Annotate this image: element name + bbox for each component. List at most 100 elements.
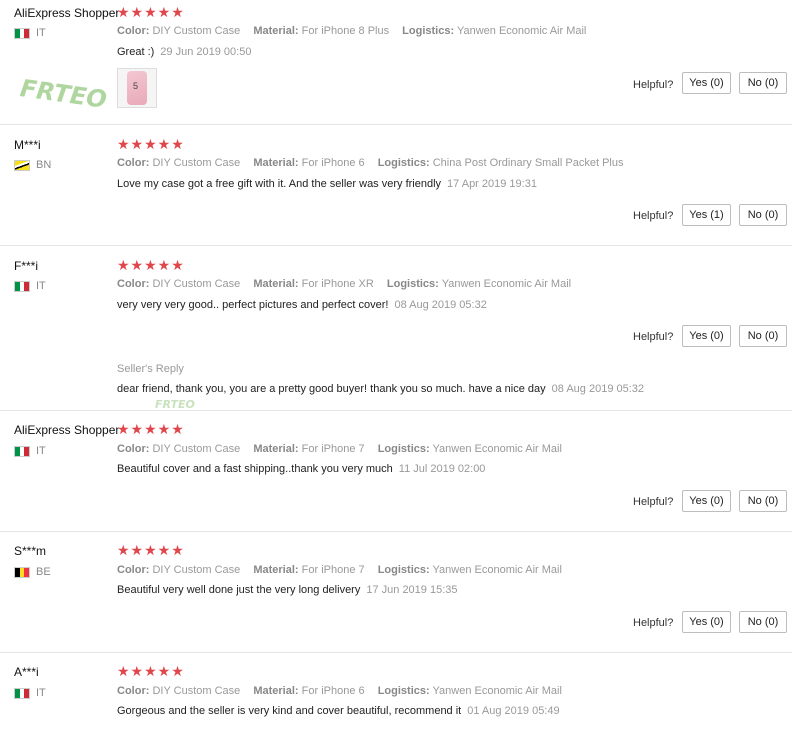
color-label: Color: [117,278,150,290]
material-label: Material: [253,278,299,290]
color-label: Color: [117,685,150,697]
logistics-value: Yanwen Economic Air Mail [432,564,562,576]
star-rating: ★★★★★ [117,421,185,437]
review-date: 17 Apr 2019 19:31 [447,178,537,190]
review-text: Love my case got a free gift with it. An… [117,178,442,190]
star-rating: ★★★★★ [117,4,185,20]
reviewer-country: IT [14,27,46,39]
order-attributes: Color: DIY Custom Case Material: For iPh… [117,564,572,576]
reviewer-name: F***i [14,259,39,273]
star-rating: ★★★★★ [117,542,185,558]
country-code: IT [36,687,46,699]
logistics-value: Yanwen Economic Air Mail [432,685,562,697]
review-item: F***i IT ★★★★★ Color: DIY Custom Case Ma… [0,245,792,411]
logistics-label: Logistics: [377,685,430,697]
phone-case-image [127,71,147,105]
color-label: Color: [117,564,150,576]
material-label: Material: [253,443,299,455]
material-value: For iPhone 6 [301,685,365,697]
reviewer-country: BN [14,159,51,171]
reviewer-name: AliExpress Shopper [14,6,120,20]
material-label: Material: [253,25,299,37]
star-rating: ★★★★★ [117,663,185,679]
color-label: Color: [117,25,150,37]
logistics-value: Yanwen Economic Air Mail [432,443,562,455]
reviewer-name: A***i [14,665,39,679]
review-text-line: very very very good.. perfect pictures a… [117,299,487,311]
review-item: M***i BN ★★★★★ Color: DIY Custom Case Ma… [0,124,792,246]
helpful-yes-button[interactable]: Yes (0) [682,325,731,347]
review-text-line: Great :) 29 Jun 2019 00:50 [117,46,251,58]
country-code: IT [36,280,46,292]
helpful-no-button[interactable]: No (0) [739,611,787,633]
reviewer-country: IT [14,687,46,699]
helpful-yes-button[interactable]: Yes (0) [682,72,731,94]
review-text-line: Beautiful very well done just the very l… [117,584,458,596]
order-attributes: Color: DIY Custom Case Material: For iPh… [117,157,633,169]
brunei-flag-icon [14,159,30,171]
order-attributes: Color: DIY Custom Case Material: For iPh… [117,443,572,455]
color-value: DIY Custom Case [152,443,241,455]
logistics-value: Yanwen Economic Air Mail [441,278,572,290]
helpful-no-button[interactable]: No (0) [739,72,787,94]
helpful-yes-button[interactable]: Yes (1) [682,204,731,226]
review-text-line: Love my case got a free gift with it. An… [117,178,537,190]
italy-flag-icon [14,280,30,292]
order-attributes: Color: DIY Custom Case Material: For iPh… [117,685,572,697]
color-value: DIY Custom Case [152,25,241,37]
country-code: BE [36,566,51,578]
star-rating: ★★★★★ [117,136,185,152]
reviewer-name: M***i [14,138,41,152]
country-code: IT [36,27,46,39]
material-value: For iPhone XR [301,278,374,290]
sellers-reply-label: Seller's Reply [117,363,184,375]
color-value: DIY Custom Case [152,685,241,697]
belgium-flag-icon [14,566,30,578]
logistics-label: Logistics: [377,443,430,455]
reviewer-country: BE [14,566,51,578]
logistics-value: Yanwen Economic Air Mail [456,25,587,37]
helpful-label: Helpful? [633,79,674,91]
helpful-yes-button[interactable]: Yes (0) [682,611,731,633]
helpful-no-button[interactable]: No (0) [739,490,787,512]
color-label: Color: [117,443,150,455]
material-value: For iPhone 6 [301,157,365,169]
review-text: Beautiful cover and a fast shipping..tha… [117,463,393,475]
helpful-no-button[interactable]: No (0) [739,325,787,347]
logistics-label: Logistics: [402,25,455,37]
reviewer-country: IT [14,280,46,292]
logistics-label: Logistics: [377,564,430,576]
color-value: DIY Custom Case [152,278,241,290]
order-attributes: Color: DIY Custom Case Material: For iPh… [117,278,581,290]
material-label: Material: [253,685,299,697]
watermark-logo: FRTEO [155,398,195,411]
review-item: AliExpress Shopper IT ★★★★★ Color: DIY C… [0,0,792,125]
reviewer-name: S***m [14,544,47,558]
logistics-label: Logistics: [386,278,439,290]
sellers-reply-date: 08 Aug 2019 05:32 [551,383,645,395]
review-date: 08 Aug 2019 05:32 [394,299,487,311]
color-value: DIY Custom Case [152,157,241,169]
italy-flag-icon [14,445,30,457]
helpful-label: Helpful? [633,496,674,508]
review-text: Great :) [117,46,155,58]
review-text: Beautiful very well done just the very l… [117,584,361,596]
logistics-label: Logistics: [377,157,430,169]
italy-flag-icon [14,27,30,39]
helpful-label: Helpful? [633,617,674,629]
order-attributes: Color: DIY Custom Case Material: For iPh… [117,25,596,37]
star-rating: ★★★★★ [117,257,185,273]
helpful-yes-button[interactable]: Yes (0) [682,490,731,512]
reviewer-name: AliExpress Shopper [14,423,120,437]
review-item: A***i IT ★★★★★ Color: DIY Custom Case Ma… [0,652,792,729]
material-label: Material: [253,564,299,576]
helpful-no-button[interactable]: No (0) [739,204,787,226]
material-value: For iPhone 7 [301,443,365,455]
logistics-value: China Post Ordinary Small Packet Plus [432,157,624,169]
sellers-reply-line: dear friend, thank you, you are a pretty… [117,383,644,395]
review-text-line: Gorgeous and the seller is very kind and… [117,705,560,717]
review-item: AliExpress Shopper IT ★★★★★ Color: DIY C… [0,410,792,532]
review-photo-thumbnail[interactable] [117,68,157,108]
sellers-reply-text: dear friend, thank you, you are a pretty… [117,383,546,395]
review-item: S***m BE ★★★★★ Color: DIY Custom Case Ma… [0,531,792,653]
